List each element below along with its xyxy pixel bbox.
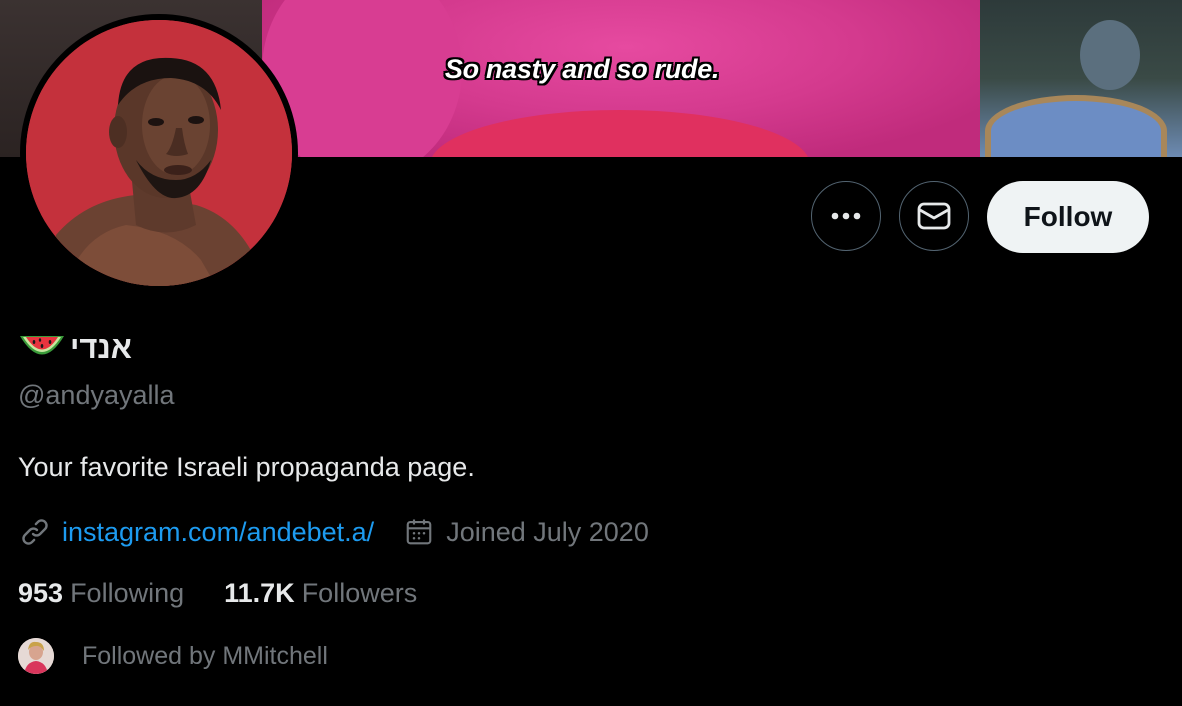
username-handle: @andyayalla [18,380,175,410]
display-name: אנדי [18,330,132,366]
more-options-button[interactable] [811,181,881,251]
link-icon [22,519,48,545]
envelope-icon [917,202,951,230]
follow-button[interactable]: Follow [987,181,1149,253]
followed-by-text: Followed by MMitchell [82,641,328,670]
followers-stat[interactable]: 11.7K Followers [224,578,417,609]
more-icon [831,212,861,220]
followed-by[interactable]: Followed by MMitchell [18,638,328,674]
banner-caption: So nasty and so rude. [444,54,720,84]
followers-label: Followers [301,578,418,608]
profile-bio: Your favorite Israeli propaganda page. [18,452,475,482]
following-count: 953 [18,578,64,608]
follow-stats: 953 Following 11.7K Followers [18,578,417,609]
profile-avatar[interactable] [20,14,298,292]
followers-count: 11.7K [224,578,295,608]
profile-meta: instagram.com/andebet.a/ Joined July 202… [18,514,649,550]
avatar-photo [26,20,292,286]
message-button[interactable] [899,181,969,251]
profile-page: So nasty and so rude. Follow אנדי @andya… [0,0,1182,706]
following-label: Following [70,578,185,608]
watermelon-icon [20,336,64,355]
follower-avatar [18,638,54,674]
calendar-icon [406,519,432,545]
display-name-text: אנדי [70,330,132,365]
following-stat[interactable]: 953 Following [18,578,184,609]
joined-date: Joined July 2020 [446,516,649,547]
profile-website-link[interactable]: instagram.com/andebet.a/ [62,517,374,548]
